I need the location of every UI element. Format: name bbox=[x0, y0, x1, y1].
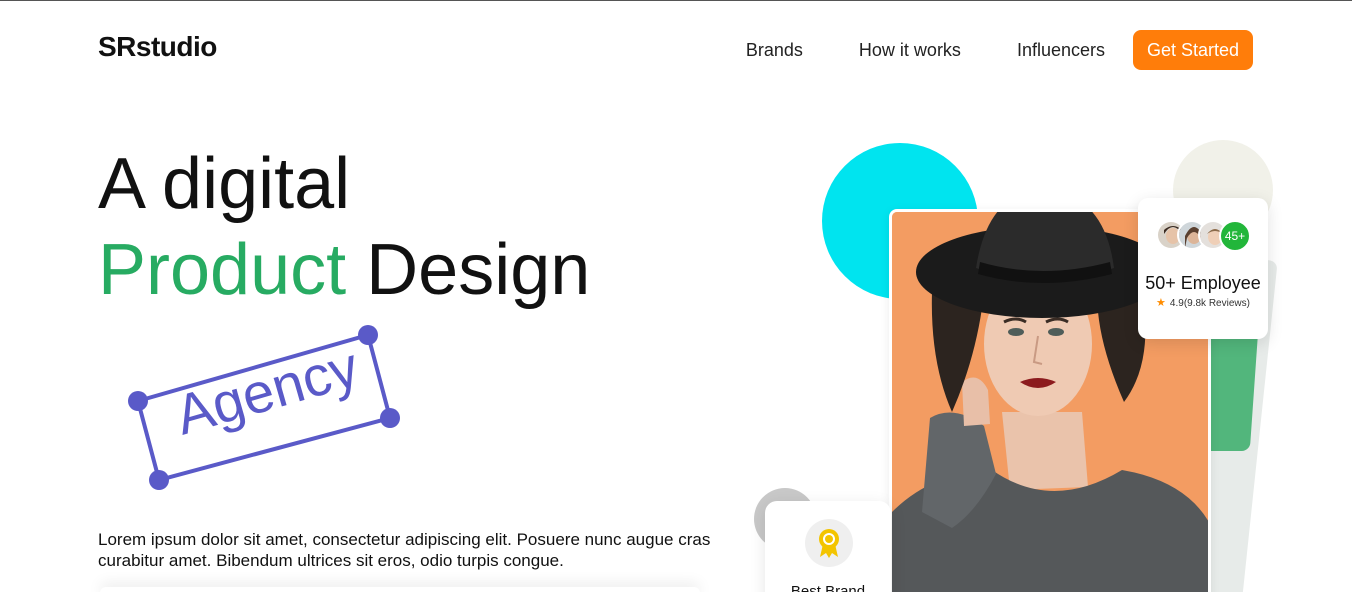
hero-title-rest: Design bbox=[366, 230, 591, 310]
nav-influencers[interactable]: Influencers bbox=[1017, 40, 1105, 61]
frame-handle bbox=[358, 325, 378, 345]
nav-how-it-works[interactable]: How it works bbox=[859, 40, 961, 61]
star-icon: ★ bbox=[1156, 297, 1166, 309]
hero-title-highlight: Product bbox=[98, 230, 347, 310]
best-brand-label: Best Brand bbox=[790, 583, 866, 592]
bottom-card-edge bbox=[100, 587, 700, 592]
employee-count-title: 50+ Employee bbox=[1145, 273, 1261, 293]
rating-text: 4.9(9.8k Reviews) bbox=[1169, 298, 1250, 309]
get-started-button[interactable]: Get Started bbox=[1133, 30, 1253, 70]
employee-rating: ★ 4.9(9.8k Reviews) bbox=[1138, 296, 1268, 309]
frame-handle bbox=[380, 408, 400, 428]
nav-brands[interactable]: Brands bbox=[746, 40, 803, 61]
frame-handle bbox=[149, 470, 169, 490]
site-logo[interactable]: SRstudio bbox=[98, 31, 217, 63]
avatar-count-badge: 45+ bbox=[1219, 220, 1251, 252]
award-ribbon-icon bbox=[805, 519, 853, 567]
hero-title-line1: A digital bbox=[98, 144, 351, 224]
main-nav: Brands How it works Influencers Get Star… bbox=[746, 30, 1253, 70]
hero-description: Lorem ipsum dolor sit amet, consectetur … bbox=[98, 530, 711, 570]
employee-card: 45+ 50+ Employee ★ 4.9(9.8k Reviews) bbox=[1138, 198, 1268, 339]
agency-badge: Agency bbox=[128, 323, 408, 493]
hero-title: A digital Product Design bbox=[98, 141, 590, 313]
best-brand-card: Best Brand bbox=[765, 501, 891, 592]
frame-handle bbox=[128, 391, 148, 411]
avatar-group: 45+ bbox=[1156, 220, 1251, 252]
